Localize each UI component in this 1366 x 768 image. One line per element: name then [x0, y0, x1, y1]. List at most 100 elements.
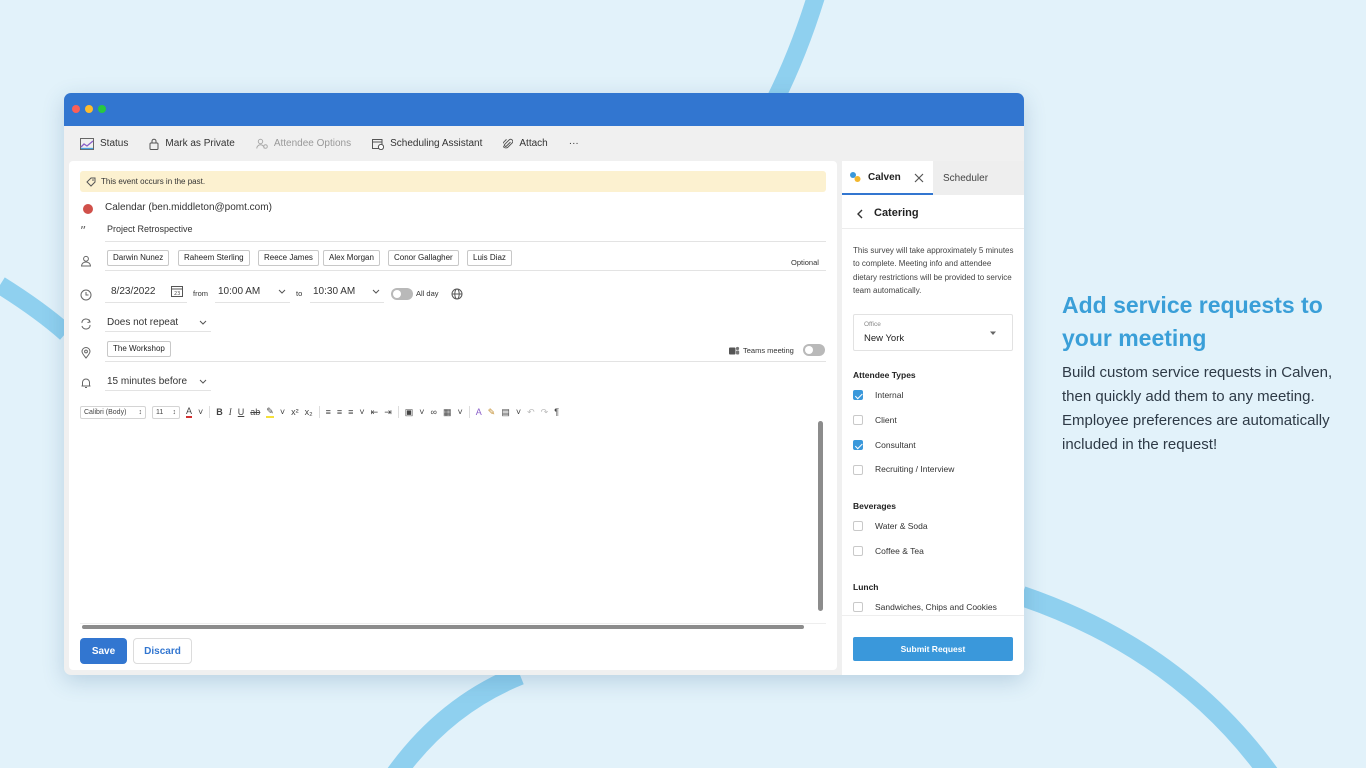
- underline-icon[interactable]: U: [238, 407, 245, 417]
- chevron-down-icon[interactable]: ˅: [419, 407, 424, 417]
- align-icon[interactable]: ≡: [348, 407, 353, 417]
- minimize-window-button[interactable]: [85, 105, 93, 113]
- increase-indent-icon[interactable]: ⇥: [384, 407, 392, 418]
- subscript-icon[interactable]: x₂: [305, 407, 313, 417]
- insert-image-icon[interactable]: ▣: [405, 407, 414, 418]
- attendee-chip[interactable]: Raheem Sterling: [178, 250, 250, 266]
- attendee-chip[interactable]: Conor Gallagher: [388, 250, 459, 266]
- end-time-field[interactable]: 10:30 AM: [313, 286, 355, 297]
- svg-text:23: 23: [174, 291, 180, 297]
- date-picker-icon[interactable]: 23: [171, 285, 183, 297]
- past-event-banner: This event occurs in the past.: [80, 171, 826, 192]
- more-icon: ···: [568, 138, 579, 149]
- office-select[interactable]: Office New York: [853, 314, 1013, 351]
- strikethrough-icon[interactable]: ab: [250, 407, 260, 417]
- close-icon[interactable]: [914, 173, 924, 183]
- editor-vertical-scrollbar[interactable]: [818, 421, 823, 611]
- italic-icon[interactable]: I: [229, 407, 232, 417]
- reminder-underline: [105, 390, 211, 391]
- stepper-icon: ↕: [172, 408, 177, 416]
- attendee-chip[interactable]: Reece James: [258, 250, 319, 266]
- checkbox-coffee-tea[interactable]: [853, 546, 863, 556]
- bullet-list-icon[interactable]: ≡: [326, 407, 331, 417]
- repeat-dropdown[interactable]: Does not repeat: [107, 317, 178, 328]
- repeat-icon: [81, 318, 91, 330]
- bell-icon: [81, 378, 91, 388]
- start-time-field[interactable]: 10:00 AM: [218, 286, 260, 297]
- attendee-chip[interactable]: Luis Diaz: [467, 250, 512, 266]
- paragraph-marks-icon[interactable]: ¶: [554, 407, 559, 417]
- calven-side-panel: Calven Scheduler Catering This survey wi…: [842, 161, 1024, 675]
- checkbox-water-soda[interactable]: [853, 521, 863, 531]
- attendee-chip[interactable]: Alex Morgan: [323, 250, 380, 266]
- discard-button[interactable]: Discard: [133, 638, 192, 664]
- undo-icon[interactable]: ↶: [527, 407, 535, 418]
- body-editor[interactable]: [80, 419, 826, 624]
- chevron-down-icon[interactable]: ˅: [457, 407, 462, 417]
- paste-icon[interactable]: ▤: [501, 407, 510, 418]
- start-date-field[interactable]: 8/23/2022: [111, 286, 156, 297]
- location-chip[interactable]: The Workshop: [107, 341, 171, 357]
- attendees-underline: [105, 270, 826, 271]
- bold-icon[interactable]: B: [216, 407, 223, 417]
- attach-button[interactable]: Attach: [497, 133, 553, 155]
- checkbox-sandwiches[interactable]: [853, 602, 863, 612]
- survey-intro-text: This survey will take approximately 5 mi…: [853, 246, 1014, 295]
- catering-heading: Catering: [874, 207, 919, 219]
- calven-logo-icon: [850, 172, 861, 182]
- scheduling-assistant-button[interactable]: Scheduling Assistant: [366, 133, 488, 155]
- submit-request-button[interactable]: Submit Request: [853, 637, 1013, 661]
- checkbox-consultant[interactable]: [853, 440, 863, 450]
- font-family-select[interactable]: Calibri (Body) ↕: [80, 405, 146, 419]
- optional-attendees-link[interactable]: Optional: [791, 258, 819, 267]
- all-day-toggle[interactable]: [391, 288, 413, 300]
- reminder-dropdown[interactable]: 15 minutes before: [107, 376, 187, 387]
- clear-formatting-icon[interactable]: A: [476, 407, 482, 417]
- location-pin-icon: [81, 347, 91, 359]
- link-icon[interactable]: ∞: [431, 407, 437, 417]
- panel-tabs: Calven Scheduler: [842, 161, 1024, 195]
- chevron-down-icon[interactable]: ˅: [516, 407, 521, 417]
- chevron-down-icon[interactable]: ˅: [359, 407, 364, 417]
- checkbox-internal[interactable]: [853, 390, 863, 400]
- editor-horizontal-scrollbar[interactable]: [82, 625, 804, 629]
- decrease-indent-icon[interactable]: ⇤: [371, 407, 379, 418]
- highlight-icon[interactable]: ✎: [266, 406, 274, 418]
- mark-private-button[interactable]: Mark as Private: [143, 133, 240, 155]
- event-title-field[interactable]: Project Retrospective: [107, 224, 193, 234]
- banner-text: This event occurs in the past.: [101, 177, 206, 186]
- calendar-clock-icon: [372, 138, 385, 150]
- status-button[interactable]: Status: [74, 133, 134, 155]
- table-icon[interactable]: ▦: [443, 407, 452, 418]
- tab-scheduler-label: Scheduler: [943, 172, 989, 184]
- teams-meeting-toggle[interactable]: [803, 344, 825, 356]
- tab-calven[interactable]: Calven: [842, 161, 933, 195]
- title-quote-icon: ”: [80, 226, 86, 236]
- more-options-button[interactable]: ···: [563, 133, 585, 155]
- maximize-window-button[interactable]: [98, 105, 106, 113]
- format-painter-icon[interactable]: ✎: [488, 407, 496, 418]
- checkbox-label: Coffee & Tea: [875, 546, 924, 556]
- superscript-icon[interactable]: x²: [291, 407, 299, 417]
- checkbox-client[interactable]: [853, 415, 863, 425]
- numbered-list-icon[interactable]: ≡: [337, 407, 342, 417]
- back-chevron-icon[interactable]: [856, 209, 864, 219]
- save-button[interactable]: Save: [80, 638, 127, 664]
- checkbox-recruiting[interactable]: [853, 465, 863, 475]
- redo-icon[interactable]: ↷: [541, 407, 549, 418]
- tab-scheduler[interactable]: Scheduler: [943, 161, 988, 195]
- location-underline: [105, 361, 826, 362]
- globe-icon[interactable]: [451, 288, 463, 300]
- date-underline: [105, 302, 187, 303]
- attendee-chip[interactable]: Darwin Nunez: [107, 250, 170, 266]
- checkbox-label: Water & Soda: [875, 521, 928, 531]
- toolbar-divider: [318, 406, 320, 418]
- chevron-down-icon[interactable]: ˅: [198, 407, 203, 417]
- chevron-down-icon: [199, 320, 207, 325]
- close-window-button[interactable]: [72, 105, 80, 113]
- font-size-select[interactable]: 11 ↕: [152, 405, 180, 419]
- chevron-down-icon[interactable]: ˅: [280, 407, 285, 417]
- attendee-options-button[interactable]: Attendee Options: [250, 133, 357, 155]
- font-color-icon[interactable]: A: [186, 406, 193, 418]
- calendar-selector[interactable]: Calendar (ben.middleton@pomt.com): [105, 202, 272, 213]
